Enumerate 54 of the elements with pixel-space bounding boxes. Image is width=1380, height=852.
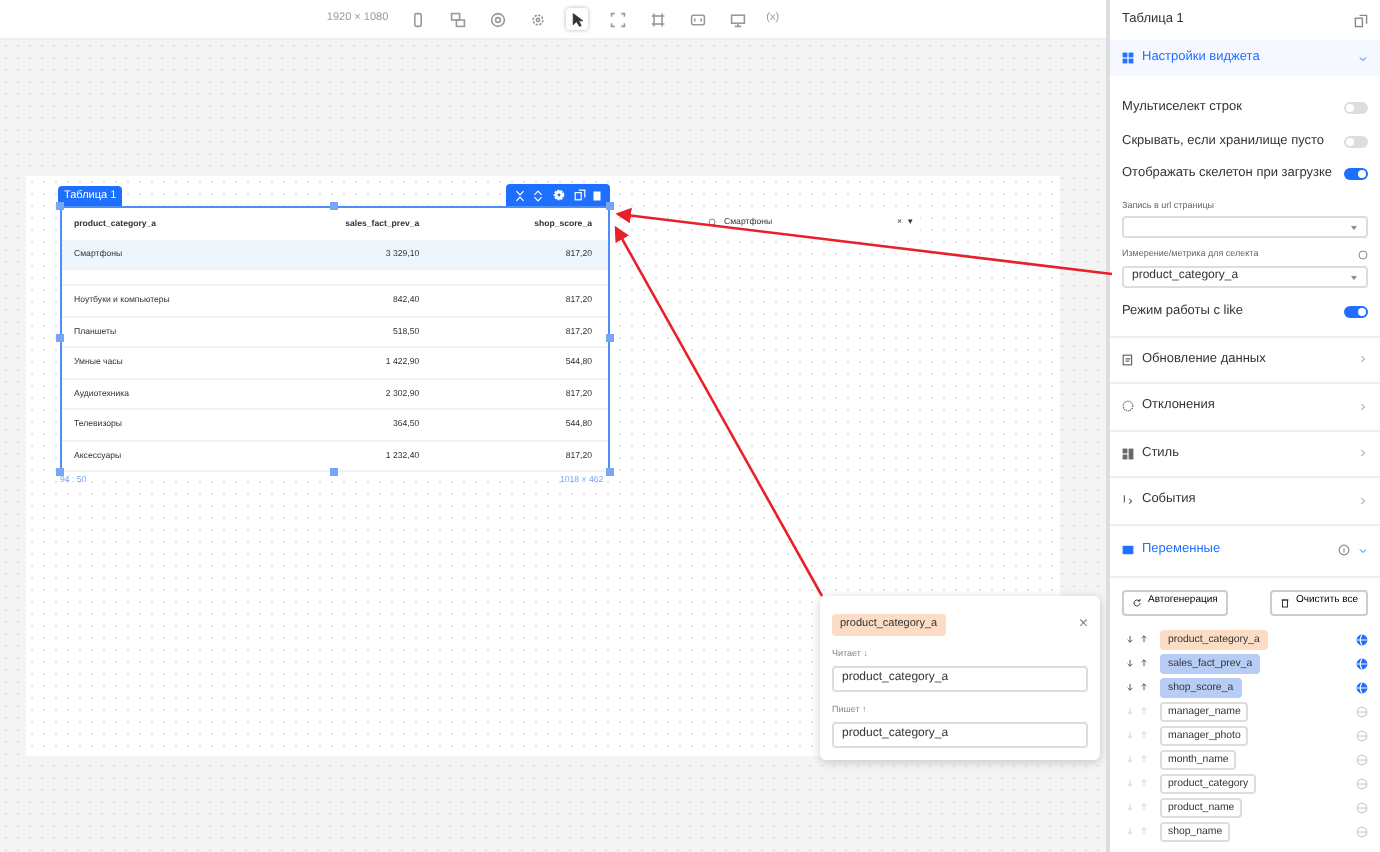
resize-handle[interactable] bbox=[56, 334, 64, 342]
update-icon bbox=[1122, 353, 1134, 366]
toggle-switch[interactable] bbox=[1344, 135, 1368, 148]
chevron-icon[interactable] bbox=[1358, 448, 1368, 459]
copy-icon[interactable] bbox=[573, 188, 586, 202]
globe-icon[interactable] bbox=[1356, 633, 1368, 645]
search-icon bbox=[708, 217, 718, 227]
toggle-switch[interactable] bbox=[1344, 102, 1368, 115]
chevron-icon[interactable] bbox=[1358, 53, 1368, 63]
url-select[interactable] bbox=[1122, 216, 1368, 239]
globe-icon[interactable] bbox=[1356, 657, 1368, 669]
toggle-switch[interactable] bbox=[1344, 168, 1368, 181]
info-icon[interactable] bbox=[1338, 544, 1350, 556]
globe-icon[interactable] bbox=[1356, 681, 1368, 693]
resize-handle[interactable] bbox=[330, 202, 338, 210]
frame-icon[interactable] bbox=[649, 11, 666, 27]
resize-handle[interactable] bbox=[606, 334, 614, 342]
down-arrow-icon[interactable] bbox=[1126, 658, 1134, 668]
deviation-icon bbox=[1122, 400, 1134, 413]
chevron-icon[interactable] bbox=[1358, 401, 1368, 412]
up-arrow-icon[interactable] bbox=[1140, 634, 1148, 644]
target-icon[interactable] bbox=[489, 11, 506, 27]
style-icon bbox=[1122, 447, 1134, 460]
chevron-icon[interactable] bbox=[1358, 354, 1368, 365]
events-icon bbox=[1122, 494, 1134, 507]
resize-handle[interactable] bbox=[56, 202, 64, 210]
down-arrow-icon[interactable] bbox=[1126, 682, 1134, 692]
pointer-icon bbox=[569, 11, 586, 27]
up-arrow-icon[interactable] bbox=[1140, 682, 1148, 692]
settings-icon[interactable] bbox=[551, 188, 566, 202]
help-icon[interactable] bbox=[1358, 250, 1368, 261]
resize-handle[interactable] bbox=[606, 468, 614, 476]
copy-icon[interactable] bbox=[1354, 13, 1368, 27]
down-arrow-icon[interactable] bbox=[1126, 634, 1134, 644]
toggle-switch[interactable] bbox=[1344, 306, 1368, 319]
trash-icon bbox=[1279, 597, 1290, 607]
gear-icon[interactable] bbox=[529, 11, 546, 27]
grid-icon bbox=[1122, 52, 1134, 64]
resize-handle[interactable] bbox=[56, 468, 64, 476]
close-icon[interactable]: × bbox=[1078, 612, 1088, 636]
up-arrow-icon[interactable] bbox=[1140, 658, 1148, 668]
resize-handle[interactable] bbox=[330, 468, 338, 476]
chevron-icon[interactable] bbox=[1358, 495, 1368, 506]
refresh-icon bbox=[1132, 597, 1142, 607]
monitor-icon[interactable] bbox=[729, 11, 746, 27]
focus-icon[interactable] bbox=[609, 11, 626, 27]
resize-handle[interactable] bbox=[606, 202, 614, 210]
chevron-icon[interactable] bbox=[1358, 545, 1368, 555]
tool-button[interactable] bbox=[566, 8, 589, 30]
collapse-icon[interactable] bbox=[513, 189, 526, 201]
screens-icon[interactable] bbox=[449, 11, 466, 27]
delete-icon[interactable] bbox=[592, 188, 603, 202]
caret-icon bbox=[1350, 273, 1358, 281]
phone-icon[interactable] bbox=[409, 11, 426, 27]
